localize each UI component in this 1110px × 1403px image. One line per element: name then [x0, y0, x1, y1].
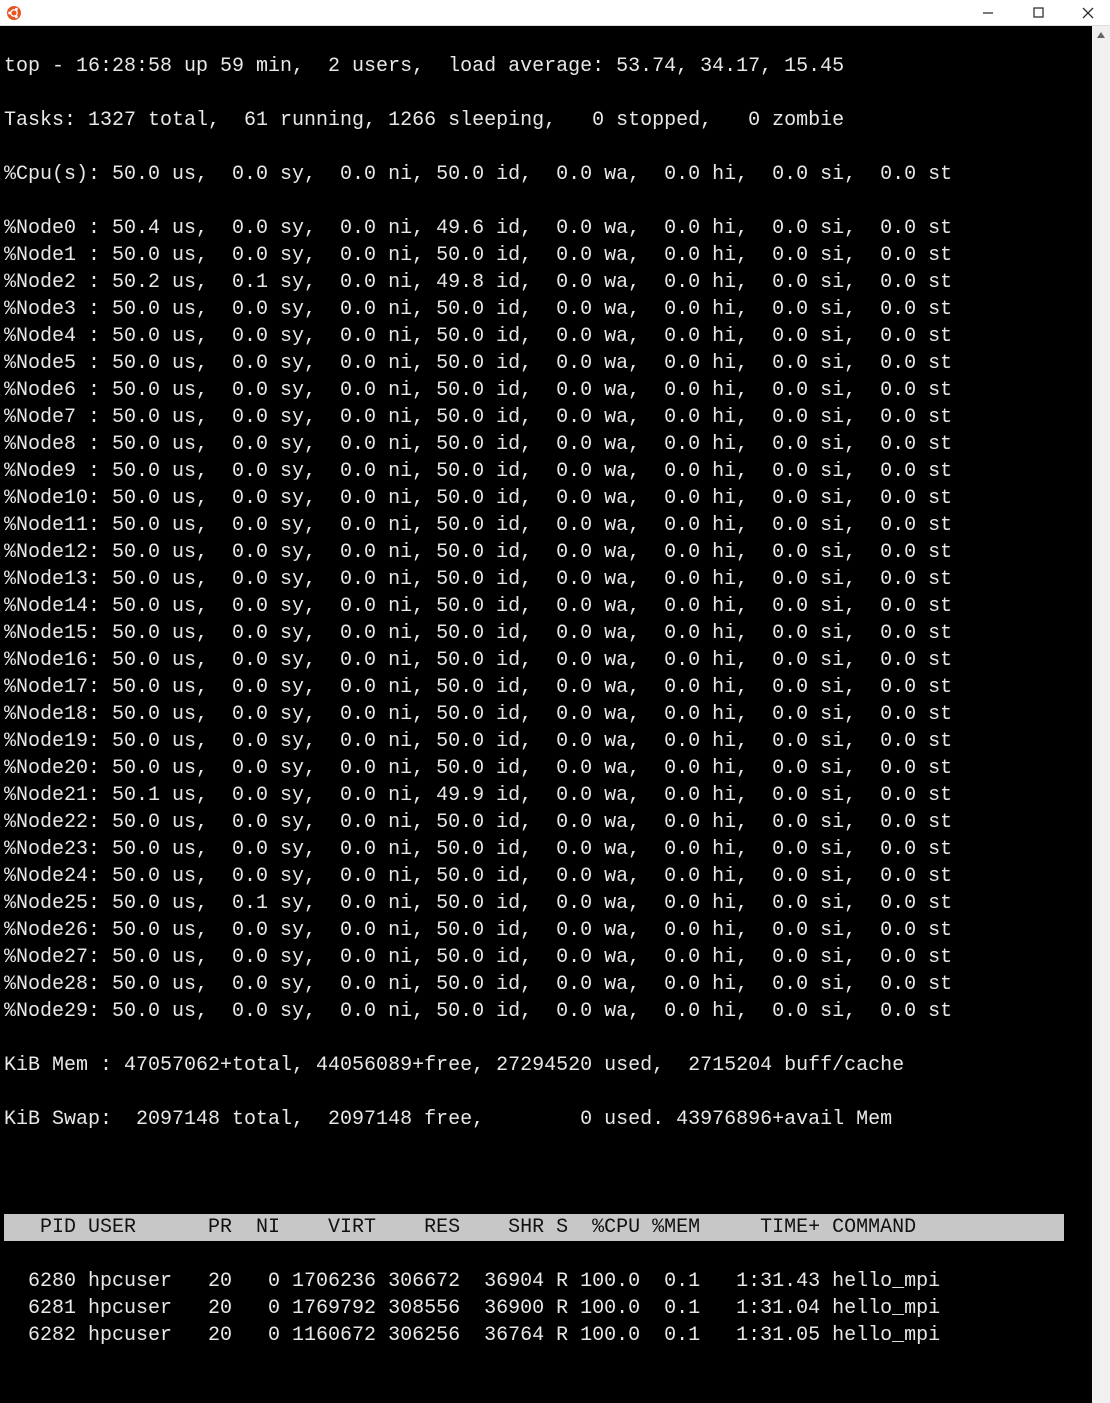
node-line: %Node8 : 50.0 us, 0.0 sy, 0.0 ni, 50.0 i… [4, 431, 1106, 458]
scroll-track[interactable] [1092, 44, 1110, 1403]
node-line: %Node5 : 50.0 us, 0.0 sy, 0.0 ni, 50.0 i… [4, 350, 1106, 377]
node-line: %Node28: 50.0 us, 0.0 sy, 0.0 ni, 50.0 i… [4, 971, 1106, 998]
window: top - 16:28:58 up 59 min, 2 users, load … [0, 0, 1110, 1403]
maximize-button[interactable] [1022, 1, 1054, 25]
blank-line [4, 1160, 1106, 1187]
tasks-line: Tasks: 1327 total, 61 running, 1266 slee… [4, 107, 1106, 134]
node-line: %Node3 : 50.0 us, 0.0 sy, 0.0 ni, 50.0 i… [4, 296, 1106, 323]
node-line: %Node1 : 50.0 us, 0.0 sy, 0.0 ni, 50.0 i… [4, 242, 1106, 269]
swap-line: KiB Swap: 2097148 total, 2097148 free, 0… [4, 1106, 1106, 1133]
process-row: 6281 hpcuser 20 0 1769792 308556 36900 R… [4, 1295, 1106, 1322]
cpu-line: %Cpu(s): 50.0 us, 0.0 sy, 0.0 ni, 50.0 i… [4, 161, 1106, 188]
node-line: %Node18: 50.0 us, 0.0 sy, 0.0 ni, 50.0 i… [4, 701, 1106, 728]
node-line: %Node0 : 50.4 us, 0.0 sy, 0.0 ni, 49.6 i… [4, 215, 1106, 242]
scroll-up-arrow-icon[interactable] [1092, 26, 1110, 44]
node-line: %Node20: 50.0 us, 0.0 sy, 0.0 ni, 50.0 i… [4, 755, 1106, 782]
node-line: %Node14: 50.0 us, 0.0 sy, 0.0 ni, 50.0 i… [4, 593, 1106, 620]
minimize-button[interactable] [972, 1, 1004, 25]
process-table-header: PID USER PR NI VIRT RES SHR S %CPU %MEM … [4, 1214, 1106, 1241]
terminal-output[interactable]: top - 16:28:58 up 59 min, 2 users, load … [0, 26, 1110, 1403]
node-line: %Node2 : 50.2 us, 0.1 sy, 0.0 ni, 49.8 i… [4, 269, 1106, 296]
process-row: 6282 hpcuser 20 0 1160672 306256 36764 R… [4, 1322, 1106, 1349]
node-line: %Node9 : 50.0 us, 0.0 sy, 0.0 ni, 50.0 i… [4, 458, 1106, 485]
process-row: 6280 hpcuser 20 0 1706236 306672 36904 R… [4, 1268, 1106, 1295]
ubuntu-icon [6, 5, 22, 21]
node-line: %Node19: 50.0 us, 0.0 sy, 0.0 ni, 50.0 i… [4, 728, 1106, 755]
mem-line: KiB Mem : 47057062+total, 44056089+free,… [4, 1052, 1106, 1079]
node-line: %Node11: 50.0 us, 0.0 sy, 0.0 ni, 50.0 i… [4, 512, 1106, 539]
node-line: %Node29: 50.0 us, 0.0 sy, 0.0 ni, 50.0 i… [4, 998, 1106, 1025]
titlebar [0, 0, 1110, 26]
window-controls [972, 1, 1104, 25]
node-line: %Node13: 50.0 us, 0.0 sy, 0.0 ni, 50.0 i… [4, 566, 1106, 593]
node-line: %Node26: 50.0 us, 0.0 sy, 0.0 ni, 50.0 i… [4, 917, 1106, 944]
node-line: %Node24: 50.0 us, 0.0 sy, 0.0 ni, 50.0 i… [4, 863, 1106, 890]
close-button[interactable] [1072, 1, 1104, 25]
titlebar-left [6, 5, 28, 21]
node-line: %Node16: 50.0 us, 0.0 sy, 0.0 ni, 50.0 i… [4, 647, 1106, 674]
node-line: %Node15: 50.0 us, 0.0 sy, 0.0 ni, 50.0 i… [4, 620, 1106, 647]
node-line: %Node21: 50.1 us, 0.0 sy, 0.0 ni, 49.9 i… [4, 782, 1106, 809]
node-line: %Node6 : 50.0 us, 0.0 sy, 0.0 ni, 50.0 i… [4, 377, 1106, 404]
node-line: %Node12: 50.0 us, 0.0 sy, 0.0 ni, 50.0 i… [4, 539, 1106, 566]
node-line: %Node10: 50.0 us, 0.0 sy, 0.0 ni, 50.0 i… [4, 485, 1106, 512]
vertical-scrollbar[interactable] [1092, 26, 1110, 1403]
node-line: %Node22: 50.0 us, 0.0 sy, 0.0 ni, 50.0 i… [4, 809, 1106, 836]
node-line: %Node4 : 50.0 us, 0.0 sy, 0.0 ni, 50.0 i… [4, 323, 1106, 350]
node-line: %Node7 : 50.0 us, 0.0 sy, 0.0 ni, 50.0 i… [4, 404, 1106, 431]
node-line: %Node17: 50.0 us, 0.0 sy, 0.0 ni, 50.0 i… [4, 674, 1106, 701]
node-line: %Node23: 50.0 us, 0.0 sy, 0.0 ni, 50.0 i… [4, 836, 1106, 863]
top-summary-line: top - 16:28:58 up 59 min, 2 users, load … [4, 53, 1106, 80]
node-line: %Node25: 50.0 us, 0.1 sy, 0.0 ni, 50.0 i… [4, 890, 1106, 917]
node-line: %Node27: 50.0 us, 0.0 sy, 0.0 ni, 50.0 i… [4, 944, 1106, 971]
